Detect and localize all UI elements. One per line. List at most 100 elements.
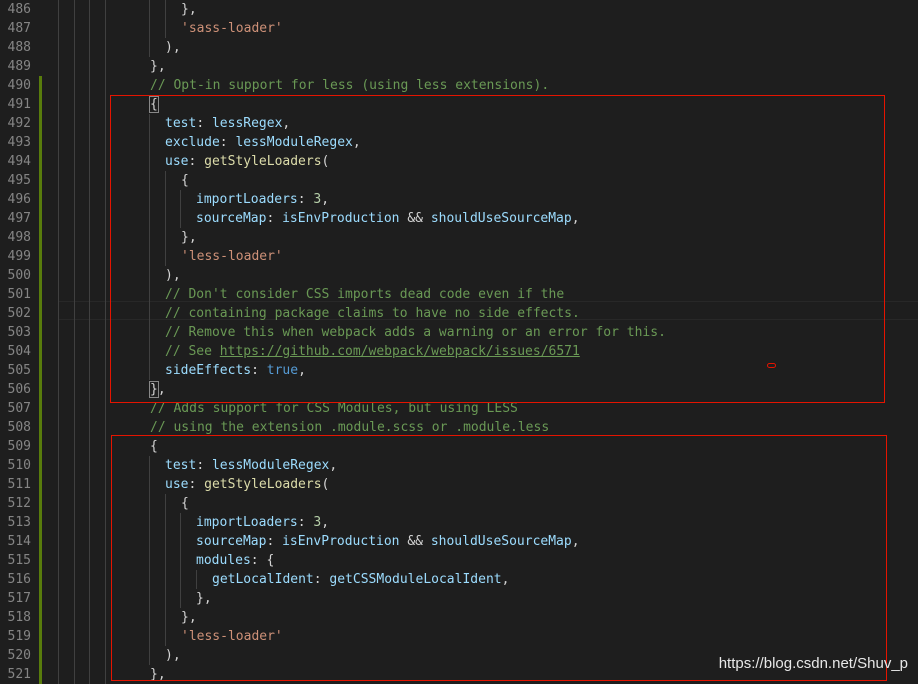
modified-line-marker (39, 114, 42, 133)
indent-guide (74, 551, 75, 570)
indent-guide (58, 456, 59, 475)
modified-line-marker (39, 608, 42, 627)
indent-guide (105, 665, 106, 684)
indent-guide (105, 190, 106, 209)
indent-guide (89, 361, 90, 380)
indent-guide (89, 570, 90, 589)
line-number: 489 (7, 59, 31, 74)
line-number: 516 (7, 572, 31, 587)
indent-guide (58, 57, 59, 76)
indent-guide (89, 532, 90, 551)
line-number: 515 (7, 553, 31, 568)
indent-guide (58, 342, 59, 361)
code-line[interactable]: 488), (0, 38, 918, 57)
code-token: // Adds support for CSS Modules, but usi… (150, 401, 518, 416)
indent-guide (105, 475, 106, 494)
indent-guide (74, 646, 75, 665)
line-number: 507 (7, 401, 31, 416)
indent-guide (89, 475, 90, 494)
indent-guide (105, 513, 106, 532)
indent-guide (89, 152, 90, 171)
line-number: 511 (7, 477, 31, 492)
indent-guide (58, 513, 59, 532)
line-code: }, (150, 57, 166, 76)
code-token: }, (181, 2, 197, 17)
line-number: 486 (7, 2, 31, 17)
modified-line-marker (39, 380, 42, 399)
line-number: 487 (7, 21, 31, 36)
line-number: 519 (7, 629, 31, 644)
indent-guide (74, 285, 75, 304)
indent-guide (58, 608, 59, 627)
modified-line-marker (39, 190, 42, 209)
indent-guide (89, 589, 90, 608)
indent-guide (58, 285, 59, 304)
indent-guide (58, 570, 59, 589)
indent-guide (105, 247, 106, 266)
indent-guide (74, 608, 75, 627)
modified-line-marker (39, 285, 42, 304)
indent-guide (89, 95, 90, 114)
modified-line-marker (39, 171, 42, 190)
indent-guide (89, 646, 90, 665)
indent-guide (89, 285, 90, 304)
code-line[interactable]: 489}, (0, 57, 918, 76)
indent-guide (105, 19, 106, 38)
indent-guide (74, 266, 75, 285)
code-token: // Opt-in support for less (using less e… (150, 78, 550, 93)
indent-guide (89, 171, 90, 190)
indent-guide (74, 304, 75, 323)
code-line[interactable]: 490 // Opt-in support for less (using les… (0, 76, 918, 95)
indent-guide (74, 171, 75, 190)
indent-guide (74, 361, 75, 380)
indent-guide (105, 399, 106, 418)
indent-guide (74, 589, 75, 608)
modified-line-marker (39, 76, 42, 95)
code-line[interactable]: 486}, (0, 0, 918, 19)
indent-guide (89, 0, 90, 19)
line-number: 495 (7, 173, 31, 188)
line-number: 517 (7, 591, 31, 606)
indent-guide (89, 342, 90, 361)
modified-line-marker (39, 532, 42, 551)
indent-guide (165, 0, 166, 19)
code-line[interactable]: 487 'sass-loader' (0, 19, 918, 38)
line-number: 500 (7, 268, 31, 283)
modified-line-marker (39, 513, 42, 532)
indent-guide (105, 456, 106, 475)
indent-guide (74, 399, 75, 418)
indent-guide (58, 38, 59, 57)
line-number: 512 (7, 496, 31, 511)
indent-guide (58, 323, 59, 342)
code-editor[interactable]: 486}, 487'sass-loader' 488), 489}, 490// Opt… (0, 0, 918, 684)
modified-line-marker (39, 228, 42, 247)
indent-guide (74, 190, 75, 209)
indent-guide (58, 437, 59, 456)
line-number: 510 (7, 458, 31, 473)
line-code: // Opt-in support for less (using less e… (150, 76, 549, 95)
indent-guide (58, 76, 59, 95)
indent-guide (89, 665, 90, 684)
indent-guide (105, 95, 106, 114)
indent-guide (105, 608, 106, 627)
indent-guide (74, 209, 75, 228)
line-number: 498 (7, 230, 31, 245)
indent-guide (89, 114, 90, 133)
indent-guide (89, 627, 90, 646)
indent-guide (89, 399, 90, 418)
line-number: 488 (7, 40, 31, 55)
indent-guide (89, 38, 90, 57)
line-number: 499 (7, 249, 31, 264)
indent-guide (89, 266, 90, 285)
indent-guide (58, 0, 59, 19)
indent-guide (105, 0, 106, 19)
indent-guide (105, 380, 106, 399)
indent-guide (58, 532, 59, 551)
indent-guide (58, 190, 59, 209)
modified-line-marker (39, 494, 42, 513)
indent-guide (74, 0, 75, 19)
line-number: 502 (7, 306, 31, 321)
indent-guide (89, 418, 90, 437)
indent-guide (105, 570, 106, 589)
indent-guide (58, 646, 59, 665)
